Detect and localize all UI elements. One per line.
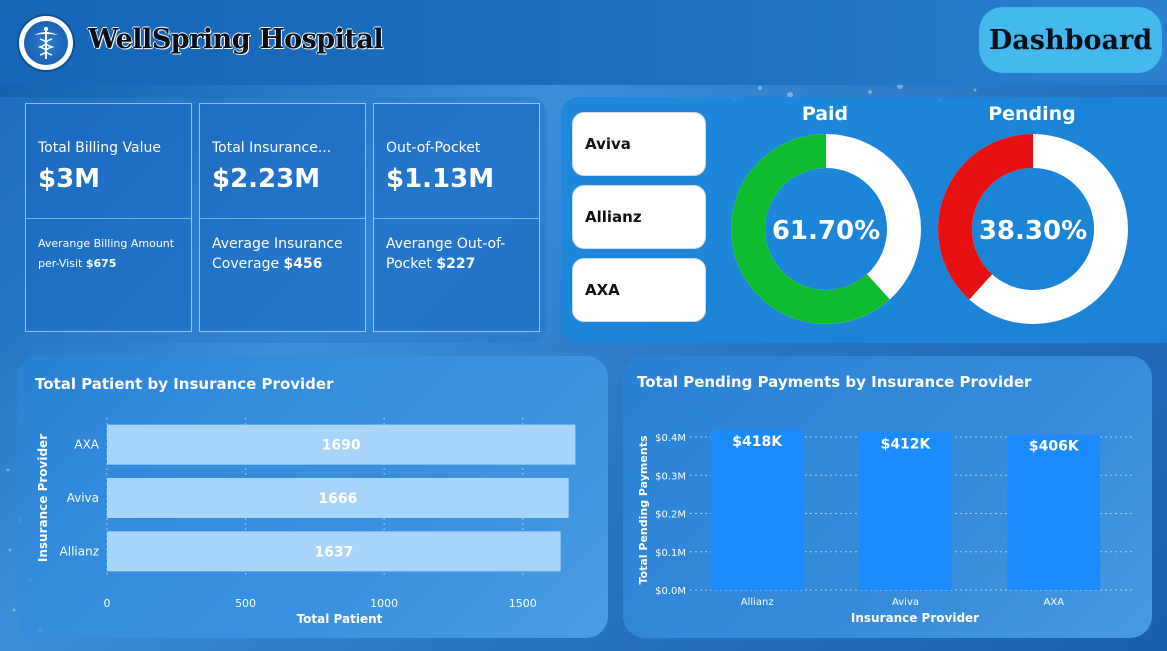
bar-data-label: $412K (881, 436, 932, 452)
kpi-panel: Total Billing Value $3M Averange Billing… (0, 97, 547, 343)
pending-payments-panel: Total Pending Payments by Insurance Prov… (623, 356, 1152, 638)
bar-data-label: $418K (732, 434, 783, 450)
paid-donut-chart: 61.70% (731, 134, 921, 324)
x-tick-label: 500 (235, 597, 256, 610)
bar-data-label: 1690 (322, 438, 361, 454)
pending-bar-chart: $0.0M $0.1M $0.2M $0.3M $0.4M $418K Allianz $41… (637, 430, 1135, 625)
bar (710, 430, 804, 590)
kpi-value: $2.23M (212, 164, 321, 194)
kpi-label: Total Insurance... (212, 140, 332, 156)
kpi-sub-text: Average Insurance Coverage $456 (212, 236, 343, 272)
y-tick-label: $0.2M (655, 510, 686, 521)
kpi-card-total-insurance: Total Insurance... $2.23M Average Insura… (199, 103, 366, 332)
kpi-sub-text: Averange Billing Amount per-Visit $675 (38, 237, 175, 270)
caduceus-icon (34, 27, 58, 59)
dashboard-button[interactable]: Dashboard (979, 7, 1162, 73)
y-tick-label: $0.3M (655, 471, 686, 482)
paid-donut-label: 61.70% (772, 216, 880, 246)
header-bar: WellSpring Hospital Dashboard (0, 0, 1167, 85)
bar-data-label: $406K (1029, 439, 1080, 455)
patients-chart-panel: Total Patient by Insurance Provider 0 500… (17, 356, 608, 638)
bar (859, 432, 952, 590)
kpi-value: $3M (38, 164, 101, 194)
bar (1007, 434, 1101, 590)
kpi-sub-value: $227 (436, 256, 476, 272)
pending-donut-title: Pending (988, 103, 1076, 125)
y-tick-label: $0.0M (655, 586, 686, 597)
y-axis-label: Insurance Provider (36, 434, 50, 562)
y-axis-label: Total Pending Payments (637, 435, 650, 584)
hospital-logo (17, 14, 75, 72)
x-tick-label: Allianz (741, 597, 774, 608)
kpi-card-total-billing: Total Billing Value $3M Averange Billing… (25, 103, 192, 332)
kpi-value: $1.13M (386, 164, 495, 194)
provider-filter-allianz[interactable]: Allianz (572, 185, 706, 249)
payment-status-panel: Aviva Allianz AXA Paid Pending 61.70% 38… (561, 97, 1167, 343)
paid-donut-title: Paid (801, 103, 849, 125)
kpi-sub-value: $456 (283, 256, 323, 272)
pending-donut-chart: 38.30% (938, 134, 1128, 324)
y-tick-label: Aviva (67, 491, 99, 505)
x-tick-label: Aviva (892, 597, 919, 608)
patients-bar-chart: 0 500 1000 1500 1690 AXA 1666 Aviva 1637 Allianz T… (36, 418, 576, 626)
x-tick-label: 1500 (509, 597, 537, 610)
pending-donut-label: 38.30% (979, 216, 1087, 246)
x-tick-label: AXA (1044, 597, 1065, 608)
hospital-name: WellSpring Hospital (88, 24, 384, 55)
kpi-label: Out-of-Pocket (386, 140, 481, 156)
y-tick-label: $0.4M (655, 433, 686, 444)
provider-filter-aviva[interactable]: Aviva (572, 112, 706, 176)
provider-filter-axa[interactable]: AXA (572, 258, 706, 322)
x-axis-label: Insurance Provider (851, 611, 979, 625)
y-tick-label: AXA (74, 438, 99, 452)
x-axis-label: Total Patient (297, 612, 383, 626)
y-tick-label: $0.1M (655, 548, 686, 559)
kpi-sub-value: $675 (85, 257, 117, 270)
x-tick-label: 0 (104, 597, 111, 610)
x-tick-label: 1000 (370, 597, 398, 610)
kpi-label: Total Billing Value (38, 140, 161, 156)
kpi-card-out-of-pocket: Out-of-Pocket $1.13M Averange Out-of-Poc… (373, 103, 540, 332)
y-tick-label: Allianz (60, 544, 99, 558)
bar-data-label: 1666 (318, 491, 357, 507)
bar-data-label: 1637 (314, 544, 353, 560)
kpi-sub-text: Averange Out-of-Pocket $227 (386, 236, 506, 272)
